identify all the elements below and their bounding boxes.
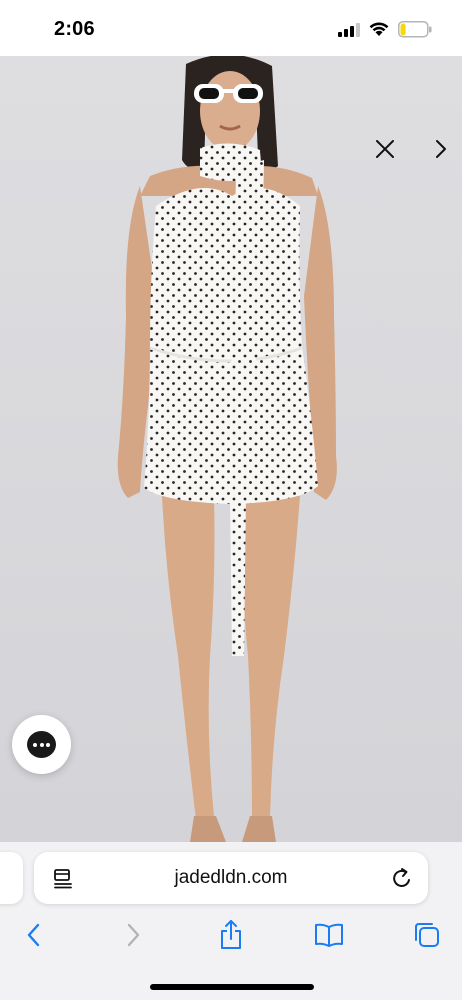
home-indicator [150, 984, 314, 990]
close-icon[interactable] [370, 134, 400, 164]
product-image [0, 56, 462, 842]
forward-button[interactable] [116, 918, 150, 952]
share-button[interactable] [214, 918, 248, 952]
chat-bubble-icon [27, 731, 56, 758]
status-bar: 2:06 [0, 0, 462, 56]
product-image-gallery [0, 56, 462, 842]
previous-tab-preview[interactable] [0, 852, 23, 904]
bookmarks-button[interactable] [312, 918, 346, 952]
share-icon [221, 920, 241, 949]
tabs-button[interactable] [410, 918, 444, 952]
back-button[interactable] [17, 918, 51, 952]
battery-icon [398, 21, 432, 38]
cellular-signal-icon [338, 23, 360, 37]
back-icon [27, 923, 40, 947]
address-bar[interactable]: jadedldn.com [34, 852, 428, 904]
browser-bottom-bar: jadedldn.com [0, 842, 462, 1000]
url-text[interactable]: jadedldn.com [34, 867, 428, 889]
bookmarks-icon [315, 923, 343, 947]
chevron-right-icon[interactable] [428, 134, 454, 164]
wifi-icon [369, 22, 389, 36]
tabs-icon [415, 923, 439, 947]
forward-icon [127, 923, 140, 947]
chat-button[interactable] [12, 715, 71, 774]
reload-icon[interactable] [391, 866, 413, 890]
status-time: 2:06 [54, 18, 95, 40]
